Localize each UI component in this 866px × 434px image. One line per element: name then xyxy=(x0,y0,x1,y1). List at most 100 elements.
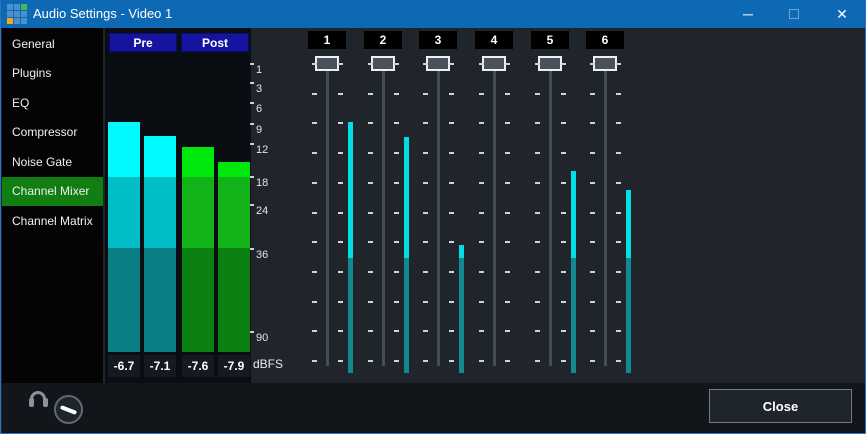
channel-meter xyxy=(571,57,576,373)
maximize-button[interactable] xyxy=(771,0,817,28)
fader-tick xyxy=(394,212,399,214)
sidebar-item-noise-gate[interactable]: Noise Gate xyxy=(2,147,103,177)
fader-handle[interactable] xyxy=(426,56,450,71)
fader-tick xyxy=(590,63,595,65)
fader-track[interactable] xyxy=(326,57,329,366)
fader-tick xyxy=(423,330,428,332)
fader-tick xyxy=(368,330,373,332)
post-meter-right xyxy=(218,57,250,352)
fader-tick xyxy=(449,330,454,332)
fader-tick xyxy=(312,301,317,303)
channel-strip-5: 5 xyxy=(522,28,578,383)
post-level-readout-left: -7.6 xyxy=(182,355,214,377)
fader-track[interactable] xyxy=(549,57,552,366)
fader-tick xyxy=(312,271,317,273)
fader-tick xyxy=(423,301,428,303)
fader-tick xyxy=(616,152,621,154)
sidebar-item-compressor[interactable]: Compressor xyxy=(2,118,103,148)
sidebar-item-general[interactable]: General xyxy=(2,29,103,59)
fader-tick xyxy=(338,122,343,124)
fader-tick xyxy=(561,152,566,154)
fader-tick xyxy=(505,182,510,184)
fader-tick xyxy=(561,330,566,332)
meter-mask xyxy=(108,57,140,122)
fader-tick xyxy=(505,122,510,124)
headphones-icon[interactable] xyxy=(29,391,49,407)
post-meter-button[interactable]: Post xyxy=(181,33,249,52)
fader-tick xyxy=(312,122,317,124)
close-button[interactable]: Close xyxy=(709,389,852,423)
fader-tick xyxy=(394,63,399,65)
sidebar-item-plugins[interactable]: Plugins xyxy=(2,59,103,89)
fader-tick xyxy=(561,182,566,184)
fader-tick xyxy=(590,212,595,214)
meter-mask xyxy=(404,57,409,137)
channel-strip-4: 4 xyxy=(466,28,522,383)
sidebar-item-eq[interactable]: EQ xyxy=(2,88,103,118)
fader-tick xyxy=(505,152,510,154)
fader-tick xyxy=(423,122,428,124)
fader-tick xyxy=(590,301,595,303)
fader-tick xyxy=(616,330,621,332)
tick-dash xyxy=(250,63,254,65)
fader-tick xyxy=(423,360,428,362)
fader-tick xyxy=(449,93,454,95)
fader-tick xyxy=(616,122,621,124)
fader-tick xyxy=(535,93,540,95)
fader-handle[interactable] xyxy=(593,56,617,71)
fader-tick xyxy=(338,182,343,184)
fader-tick xyxy=(394,330,399,332)
fader-handle[interactable] xyxy=(371,56,395,71)
fader-tick xyxy=(561,301,566,303)
fader-track[interactable] xyxy=(437,57,440,366)
channel-strip-3: 3 xyxy=(410,28,466,383)
fader-tick xyxy=(449,182,454,184)
sidebar-item-channel-mixer[interactable]: Channel Mixer xyxy=(2,177,103,207)
monitor-volume-knob[interactable] xyxy=(54,395,83,424)
fader-tick xyxy=(505,330,510,332)
fader-tick xyxy=(616,271,621,273)
fader-tick xyxy=(616,360,621,362)
fader-tick xyxy=(590,271,595,273)
fader-tick xyxy=(616,212,621,214)
sidebar-item-channel-matrix[interactable]: Channel Matrix xyxy=(2,206,103,236)
channel-number-label: 1 xyxy=(308,31,346,49)
fader-tick xyxy=(394,271,399,273)
fader-track[interactable] xyxy=(382,57,385,366)
fader-tick xyxy=(535,241,540,243)
fader-tick xyxy=(368,241,373,243)
fader-handle[interactable] xyxy=(482,56,506,71)
fader-tick xyxy=(338,360,343,362)
fader-tick xyxy=(616,301,621,303)
fader-tick xyxy=(394,301,399,303)
pre-meter-button[interactable]: Pre xyxy=(109,33,177,52)
close-icon: ✕ xyxy=(836,6,848,23)
minimize-button[interactable]: ─ xyxy=(725,0,771,28)
close-window-button[interactable]: ✕ xyxy=(819,0,865,28)
tick-dash xyxy=(250,123,254,125)
fader-tick xyxy=(479,271,484,273)
fader-track[interactable] xyxy=(493,57,496,366)
fader-tick xyxy=(423,241,428,243)
fader-tick xyxy=(312,63,317,65)
fader-handle[interactable] xyxy=(538,56,562,71)
fader-track[interactable] xyxy=(604,57,607,366)
fader-tick xyxy=(479,93,484,95)
fader-tick xyxy=(338,301,343,303)
channel-strip-6: 6 xyxy=(577,28,633,383)
tick-dash xyxy=(250,102,254,104)
minimize-icon: ─ xyxy=(743,6,753,22)
fader-tick xyxy=(368,301,373,303)
fader-handle[interactable] xyxy=(315,56,339,71)
headphones-pad xyxy=(43,398,48,407)
fader-tick xyxy=(423,212,428,214)
fader-tick xyxy=(394,182,399,184)
meter-mask xyxy=(459,57,464,245)
fader-tick xyxy=(479,152,484,154)
pre-meter-right xyxy=(144,57,176,352)
fader-tick xyxy=(394,93,399,95)
fader-tick xyxy=(590,152,595,154)
fader-tick xyxy=(312,93,317,95)
fader-tick xyxy=(368,93,373,95)
fader-tick xyxy=(449,271,454,273)
